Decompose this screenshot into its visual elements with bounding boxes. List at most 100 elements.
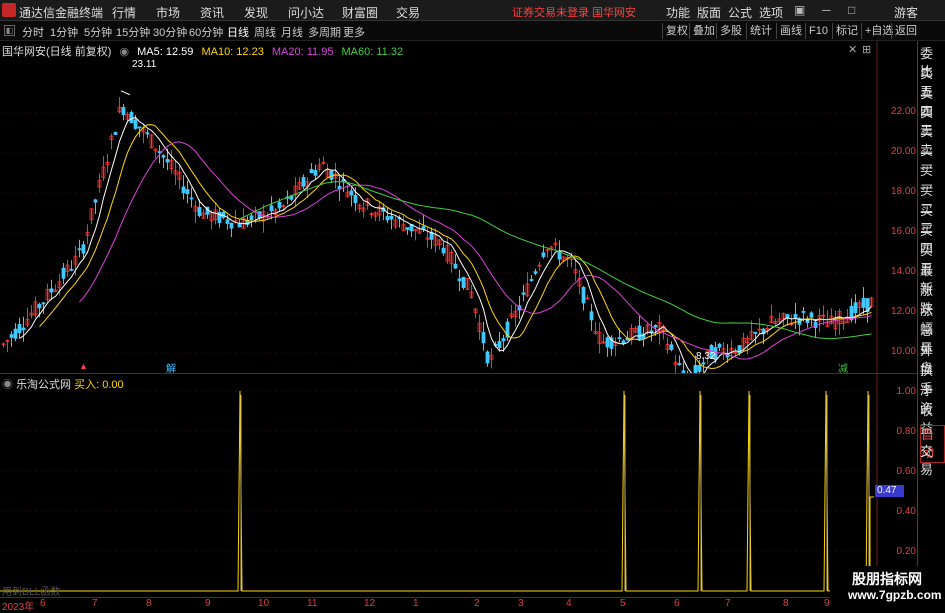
date-label: 12 xyxy=(364,598,375,609)
user-label[interactable]: 游客 xyxy=(894,4,918,21)
close-chart-icon[interactable]: ✕ xyxy=(848,43,857,56)
date-label: 1 xyxy=(413,598,419,609)
menu-function[interactable]: 功能 xyxy=(666,4,690,21)
ma-line xyxy=(80,142,872,359)
candle-body xyxy=(810,313,813,317)
skin-icon[interactable]: ▣ xyxy=(794,3,805,17)
tab-daily[interactable]: 日线 xyxy=(227,24,249,40)
candle-body xyxy=(82,245,85,253)
ma-line xyxy=(40,125,872,369)
price-tick: 18.00 xyxy=(878,186,916,197)
back-button[interactable]: 返回 xyxy=(891,23,920,39)
indicator-title: 乐淘公式网 xyxy=(16,379,71,391)
indicator-settings-icon[interactable]: ◉ xyxy=(2,379,13,391)
tab-more[interactable]: 更多 xyxy=(343,24,365,40)
indicator-tick: 0.80 xyxy=(878,426,916,437)
multi-stock-button[interactable]: 多股 xyxy=(716,23,745,39)
adjust-button[interactable]: 复权 xyxy=(662,23,691,39)
low-price-label: 8.32 xyxy=(696,351,715,362)
f10-button[interactable]: F10 xyxy=(805,23,831,39)
overlay-button[interactable]: 叠加 xyxy=(689,23,718,39)
date-label: 8 xyxy=(146,598,152,609)
indicator-header: ◉ 乐淘公式网 买入: 0.00 xyxy=(2,376,124,392)
candle-body xyxy=(350,191,353,195)
tab-multi-period[interactable]: 多周期 xyxy=(308,24,341,40)
indicator-chart[interactable] xyxy=(0,372,917,597)
expand-chart-icon[interactable]: ⊞ xyxy=(862,43,871,56)
statistics-button[interactable]: 统计 xyxy=(746,23,775,39)
period-toolbar: ◧ 分时 1分钟 5分钟 15分钟 30分钟 60分钟 日线 周线 月线 多周期… xyxy=(0,21,945,41)
menu-market[interactable]: 市场 xyxy=(156,4,180,21)
date-label: 10 xyxy=(258,598,269,609)
candle-body xyxy=(390,216,393,219)
tab-15min[interactable]: 15分钟 xyxy=(116,24,150,40)
candle-body xyxy=(458,279,461,281)
date-label: 8 xyxy=(783,598,789,609)
candle-body xyxy=(454,264,457,268)
candle-body xyxy=(302,177,305,186)
candle-body xyxy=(638,326,641,340)
candle-body xyxy=(718,344,721,347)
tab-30min[interactable]: 30分钟 xyxy=(153,24,187,40)
menu-quotes[interactable]: 行情 xyxy=(112,4,136,21)
candle-body xyxy=(462,277,465,287)
title-bar: 通达信金融终端 行情 市场 资讯 发现 问小达 财富圈 交易 证券交易未登录 国… xyxy=(0,0,945,21)
menu-options[interactable]: 选项 xyxy=(759,4,783,21)
candle-body xyxy=(794,314,797,318)
menu-formula[interactable]: 公式 xyxy=(728,4,752,21)
tab-1min[interactable]: 1分钟 xyxy=(50,24,78,40)
candle-body xyxy=(654,325,657,327)
candle-body xyxy=(754,332,757,333)
settings-icon[interactable]: ◉ xyxy=(119,46,129,58)
tab-60min[interactable]: 60分钟 xyxy=(189,24,223,40)
candle-body xyxy=(854,303,857,313)
candle-body xyxy=(122,107,125,114)
draw-line-button[interactable]: 画线 xyxy=(776,23,805,39)
candle-body xyxy=(650,331,653,333)
menu-news[interactable]: 资讯 xyxy=(200,4,224,21)
mark-button[interactable]: 标记 xyxy=(832,23,861,39)
date-label: 6 xyxy=(674,598,680,609)
candle-body xyxy=(18,324,21,332)
candlestick-chart[interactable] xyxy=(0,41,917,374)
minimize-icon[interactable]: ─ xyxy=(822,3,831,17)
app-title: 通达信金融终端 xyxy=(19,4,103,21)
watermark-url: www.7gpzb.com xyxy=(848,588,942,602)
arrow-up-icon: ▲ xyxy=(79,361,88,371)
candle-body xyxy=(802,311,805,312)
candle-body xyxy=(162,156,165,158)
date-label: 6 xyxy=(40,598,46,609)
menu-layout[interactable]: 版面 xyxy=(697,4,721,21)
date-label: 9 xyxy=(205,598,211,609)
menu-assistant[interactable]: 问小达 xyxy=(288,4,324,21)
tab-weekly[interactable]: 周线 xyxy=(254,24,276,40)
ma60-label: MA60: 11.32 xyxy=(342,46,404,58)
maximize-icon[interactable]: □ xyxy=(848,3,855,17)
date-label: 11 xyxy=(307,598,317,609)
panel-toggle-icon[interactable]: ◧ xyxy=(4,25,15,36)
date-label: 7 xyxy=(92,598,98,609)
candle-body xyxy=(182,187,185,193)
date-label: 3 xyxy=(518,598,524,609)
price-tick: 20.00 xyxy=(878,146,916,157)
candle-body xyxy=(354,195,357,202)
candle-body xyxy=(678,364,681,365)
menu-wealth[interactable]: 财富圈 xyxy=(342,4,378,21)
candle-body xyxy=(406,228,409,230)
menu-discover[interactable]: 发现 xyxy=(244,4,268,21)
high-pointer xyxy=(121,91,130,95)
tab-monthly[interactable]: 月线 xyxy=(281,24,303,40)
watermark-title: 股朋指标网 xyxy=(852,569,922,589)
price-tick: 22.00 xyxy=(878,106,916,117)
date-label: 2023年 xyxy=(2,598,34,613)
trade-button[interactable]: 交易 xyxy=(920,443,945,479)
indicator-tick: 0.20 xyxy=(878,546,916,557)
tab-minute[interactable]: 分时 xyxy=(22,24,44,40)
ma20-label: MA20: 11.95 xyxy=(272,46,334,58)
watermark: 股朋指标网 www.7gpzb.com xyxy=(830,566,945,609)
candle-body xyxy=(862,298,865,307)
menu-trade[interactable]: 交易 xyxy=(396,4,420,21)
login-warning[interactable]: 证券交易未登录 国华网安 xyxy=(512,4,636,20)
candle-body xyxy=(138,127,141,128)
tab-5min[interactable]: 5分钟 xyxy=(84,24,112,40)
